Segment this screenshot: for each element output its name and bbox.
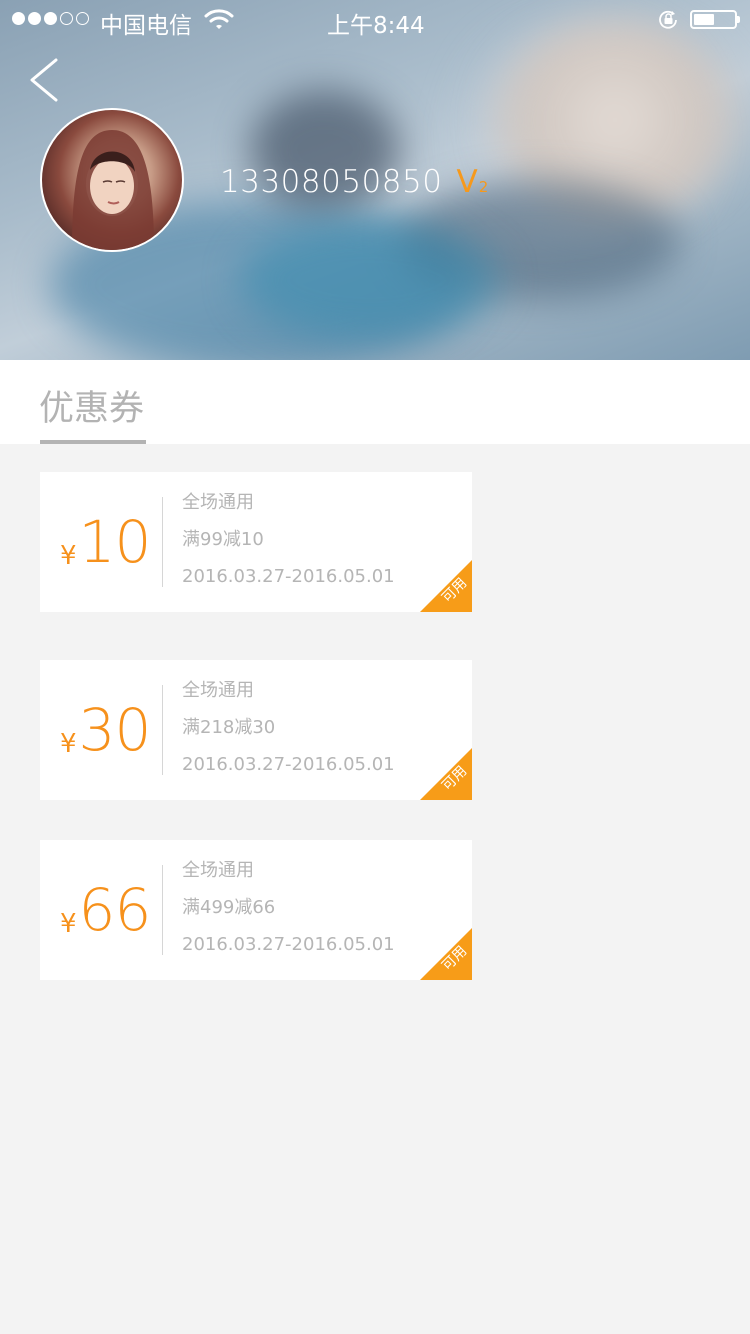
- signal-dot: [44, 12, 57, 25]
- battery-icon: [690, 10, 740, 29]
- signal-dot: [12, 12, 25, 25]
- coupon-period: 2016.03.27-2016.05.01: [182, 566, 395, 587]
- user-phone: 13308050850: [220, 164, 443, 200]
- currency-symbol: ¥: [60, 729, 77, 759]
- signal-dot: [60, 12, 73, 25]
- battery-cap: [737, 16, 740, 23]
- carrier-name: 中国电信: [100, 13, 192, 39]
- coupon-card[interactable]: ¥ 66 全场通用 满499减66 2016.03.27-2016.05.01 …: [40, 840, 472, 980]
- tab-indicator: [40, 440, 146, 444]
- coupon-period: 2016.03.27-2016.05.01: [182, 754, 395, 775]
- coupon-rule: 满499减66: [182, 897, 276, 918]
- coupon-section-header: 优惠券: [0, 360, 750, 444]
- vip-level: 2: [478, 178, 489, 196]
- back-chevron-icon[interactable]: [22, 52, 66, 108]
- divider: [162, 865, 163, 955]
- coupon-amount: ¥ 10: [60, 472, 152, 612]
- signal-dot: [28, 12, 41, 25]
- status-bar: 中国电信 上午8:44: [0, 0, 750, 40]
- avatar[interactable]: [40, 108, 184, 252]
- wifi-icon: [204, 9, 234, 29]
- coupon-amount: ¥ 30: [60, 660, 152, 800]
- coupon-scope: 全场通用: [182, 680, 254, 701]
- coupon-period: 2016.03.27-2016.05.01: [182, 934, 395, 955]
- vip-badge: V2: [456, 164, 488, 200]
- currency-symbol: ¥: [60, 541, 77, 571]
- user-info: 13308050850 V2: [220, 160, 488, 200]
- coupon-info: 全场通用 满218减30 2016.03.27-2016.05.01: [182, 672, 395, 783]
- amount-value: 10: [78, 508, 152, 576]
- coupon-scope: 全场通用: [182, 860, 254, 881]
- coupon-rule: 满99减10: [182, 529, 264, 550]
- vip-label: V: [456, 164, 478, 200]
- signal-strength-icon: [12, 12, 89, 25]
- coupon-rule: 满218减30: [182, 717, 276, 738]
- coupon-scope: 全场通用: [182, 492, 254, 513]
- signal-dot: [76, 12, 89, 25]
- amount-value: 30: [78, 696, 152, 764]
- coupon-info: 全场通用 满99减10 2016.03.27-2016.05.01: [182, 484, 395, 595]
- background-blur: [240, 220, 500, 340]
- currency-symbol: ¥: [60, 909, 77, 939]
- coupon-amount: ¥ 66: [60, 840, 152, 980]
- status-time: 上午8:44: [327, 13, 425, 39]
- rotation-lock-icon: [659, 10, 677, 29]
- divider: [162, 685, 163, 775]
- tab-coupons[interactable]: 优惠券: [39, 380, 144, 431]
- battery-level: [694, 14, 714, 25]
- coupon-info: 全场通用 满499减66 2016.03.27-2016.05.01: [182, 852, 395, 963]
- amount-value: 66: [78, 876, 152, 944]
- coupon-card[interactable]: ¥ 10 全场通用 满99减10 2016.03.27-2016.05.01 可…: [40, 472, 472, 612]
- avatar-image: [72, 130, 154, 250]
- divider: [162, 497, 163, 587]
- coupon-card[interactable]: ¥ 30 全场通用 满218减30 2016.03.27-2016.05.01 …: [40, 660, 472, 800]
- profile-header: 中国电信 上午8:44 13308050850 V2: [0, 0, 750, 360]
